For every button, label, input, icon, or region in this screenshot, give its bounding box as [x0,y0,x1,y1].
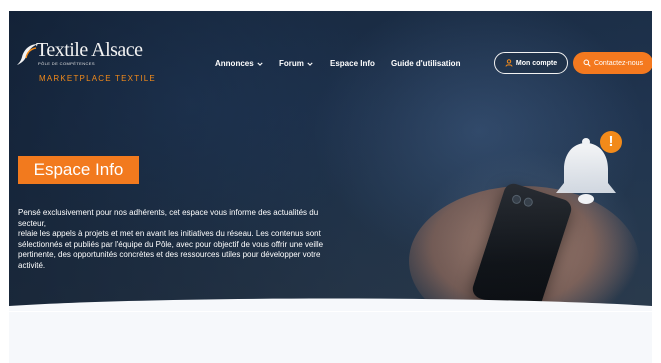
page: ! Textile Alsace PÔLE DE COMPÉTENCES MAR… [0,0,661,363]
nav-item-label: Espace Info [330,59,375,68]
logo-wordmark: Textile Alsace [36,39,143,61]
hero-bottom-wave [9,298,652,311]
nav-item-espace-info[interactable]: Espace Info [330,59,375,68]
nav-item-annonces[interactable]: Annonces [215,59,263,68]
description-line: secteur, [18,218,47,228]
contact-button[interactable]: Contactez-nous [573,52,652,74]
nav-item-forum[interactable]: Forum [279,59,313,68]
description-line: Pensé exclusivement pour nos adhérents, … [18,208,319,217]
logo-subtitle: PÔLE DE COMPÉTENCES [38,61,95,66]
notification-bell: ! [546,131,626,213]
hero-banner: ! Textile Alsace PÔLE DE COMPÉTENCES MAR… [9,11,652,311]
description-line: activité. [18,260,46,270]
brand-logo[interactable]: Textile Alsace PÔLE DE COMPÉTENCES MARKE… [16,39,166,91]
nav-item-label: Annonces [215,59,254,68]
account-button-label: Mon compte [515,59,558,67]
description-line: relaie les appels à projets et met en av… [18,229,321,238]
description-line: pertinente, des opportunités concrètes e… [18,250,321,259]
chevron-down-icon [307,61,313,66]
nav-item-label: Forum [279,59,304,68]
bell-badge: ! [600,131,622,153]
nav-item-label: Guide d'utilisation [391,59,461,68]
content-background [9,312,652,363]
search-icon [583,59,591,67]
contact-button-label: Contactez-nous [593,59,644,67]
top-nav: Textile Alsace PÔLE DE COMPÉTENCES MARKE… [9,11,652,83]
page-title-box: Espace Info [18,156,139,184]
logo-tagline: MARKETPLACE TEXTILE [39,74,156,83]
user-icon [505,59,513,67]
page-title: Espace Info [33,160,124,179]
description-line: sélectionnés et publiés par l'équipe du … [18,239,324,249]
chevron-down-icon [257,61,263,66]
hero-description: Pensé exclusivement pour nos adhérents, … [18,208,403,271]
nav-item-guide[interactable]: Guide d'utilisation [391,59,460,68]
account-button[interactable]: Mon compte [494,52,568,74]
